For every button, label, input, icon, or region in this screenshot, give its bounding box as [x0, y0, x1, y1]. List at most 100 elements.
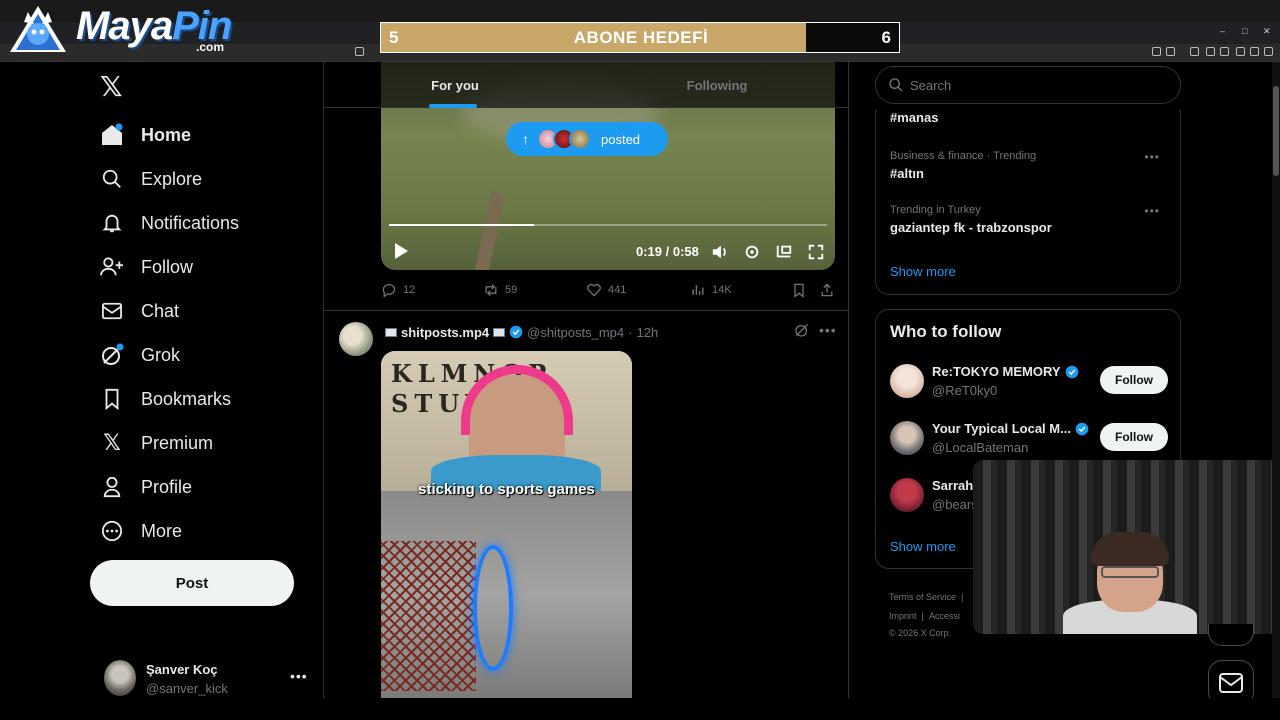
- share-button[interactable]: [819, 282, 841, 298]
- menu-icon[interactable]: [1264, 47, 1273, 56]
- avatar[interactable]: [339, 322, 373, 356]
- timeline-tabs: For you Following: [324, 62, 848, 108]
- footer-terms-link[interactable]: Terms of Service: [889, 592, 956, 602]
- trend-item[interactable]: Business & finance · Trending #altın •••: [890, 150, 1170, 181]
- webcam-overlay: [973, 460, 1280, 634]
- video-caption: sticking to sports games: [418, 481, 595, 498]
- avatar: [890, 478, 924, 512]
- close-icon[interactable]: ✕: [1263, 26, 1271, 37]
- repost-button[interactable]: 59: [483, 282, 517, 298]
- suggestion-handle: @ReT0ky0: [932, 383, 998, 398]
- nav-profile[interactable]: Profile: [100, 472, 192, 502]
- nav-bookmarks[interactable]: Bookmarks: [100, 384, 231, 414]
- more-horizontal-icon[interactable]: •••: [819, 322, 837, 338]
- nav-more[interactable]: More: [100, 516, 182, 546]
- portal: [473, 545, 513, 671]
- search-input[interactable]: Search: [875, 66, 1181, 104]
- trend-name: #altın: [890, 166, 924, 181]
- follow-button[interactable]: Follow: [1100, 366, 1168, 394]
- author-handle[interactable]: @shitposts_mp4: [527, 325, 624, 340]
- trend-name: gaziantep fk - trabzonspor: [890, 220, 1052, 235]
- suggestion-handle: @LocalBateman: [932, 440, 1029, 455]
- video-player[interactable]: KLMNOP STUV sticking to sports games: [381, 351, 632, 698]
- maximize-icon[interactable]: □: [1242, 26, 1247, 36]
- video-time: 0:19 / 0:58: [636, 244, 699, 259]
- grok-icon[interactable]: [794, 322, 810, 338]
- tweet-divider: [324, 310, 848, 311]
- more-horizontal-icon[interactable]: •••: [1144, 204, 1160, 218]
- post-button[interactable]: Post: [90, 560, 294, 606]
- nav-premium[interactable]: 𝕏 Premium: [100, 428, 213, 458]
- extension-icon[interactable]: [1152, 47, 1161, 56]
- tab-following[interactable]: Following: [586, 62, 848, 108]
- reply-button[interactable]: 12: [381, 282, 415, 298]
- avatar: [569, 128, 591, 150]
- more-horizontal-icon[interactable]: •••: [290, 668, 308, 684]
- page-scrollbar[interactable]: [1272, 62, 1280, 698]
- tweet-actions: 12 59 441 14K: [381, 282, 841, 302]
- grok-floating-button[interactable]: [1208, 624, 1254, 646]
- nav-notifications[interactable]: Notifications: [100, 208, 239, 238]
- volume-icon[interactable]: [711, 243, 729, 261]
- new-posts-pill[interactable]: ↑ posted: [506, 122, 668, 156]
- extension-icon[interactable]: [1190, 47, 1199, 56]
- footer-imprint-link[interactable]: Imprint: [889, 611, 917, 621]
- nav-grok[interactable]: Grok: [100, 340, 180, 370]
- like-button[interactable]: 441: [586, 282, 626, 298]
- trends-show-more[interactable]: Show more: [890, 264, 956, 279]
- follow-suggestion[interactable]: Re:TOKYO MEMORY @ReT0ky0 Follow: [890, 362, 1170, 402]
- fullscreen-icon[interactable]: [807, 243, 825, 261]
- video-frame-object: [474, 191, 506, 270]
- follow-suggestion[interactable]: Your Typical Local M... @LocalBateman Fo…: [890, 419, 1170, 459]
- trend-item[interactable]: #manas: [890, 106, 1170, 125]
- tab-for-you[interactable]: For you: [324, 62, 586, 108]
- nav-label: More: [141, 520, 183, 541]
- author-name[interactable]: shitposts.mp4: [401, 325, 489, 340]
- nav-label: Profile: [141, 476, 193, 497]
- nav-follow[interactable]: Follow: [100, 252, 193, 282]
- video-progress-bar[interactable]: [389, 224, 827, 226]
- trend-item[interactable]: Trending in Turkey gaziantep fk - trabzo…: [890, 204, 1170, 235]
- envelope-icon: [1219, 673, 1243, 693]
- suggestion-name: Sarrah: [932, 478, 974, 493]
- follow-button[interactable]: Follow: [1100, 423, 1168, 451]
- scrollbar-thumb[interactable]: [1273, 86, 1279, 176]
- timeline[interactable]: For you Following 0:19 / 0:58 ↑ posted 1…: [323, 62, 849, 698]
- views-button[interactable]: 14K: [690, 282, 732, 298]
- webcam-person-hair: [1091, 532, 1169, 566]
- bookmark-button[interactable]: [791, 282, 813, 298]
- repost-icon: [485, 283, 497, 297]
- bottom-edge: [0, 698, 1280, 720]
- search-placeholder: Search: [910, 77, 952, 93]
- account-switcher[interactable]: Şanver Koç @sanver_kick •••: [100, 656, 310, 700]
- play-icon[interactable]: [393, 242, 409, 260]
- trend-category: Business & finance · Trending: [890, 150, 1037, 162]
- minimize-icon[interactable]: –: [1220, 26, 1225, 36]
- suggestion-name: Re:TOKYO MEMORY: [932, 364, 1079, 379]
- nav-chat[interactable]: Chat: [100, 296, 179, 326]
- extension-icon[interactable]: [1166, 47, 1175, 56]
- verified-badge-icon: [509, 325, 523, 339]
- tweet-time[interactable]: 12h: [637, 325, 659, 340]
- goal-label: ABONE HEDEFİ: [573, 28, 709, 47]
- settings-gear-icon[interactable]: [743, 243, 761, 261]
- extension-icon[interactable]: [1250, 47, 1259, 56]
- video-frame: KLMNOP STUV: [381, 351, 632, 495]
- nav-home[interactable]: Home: [100, 120, 191, 150]
- bookmark-icon[interactable]: [355, 47, 364, 56]
- nav-explore[interactable]: Explore: [100, 164, 202, 194]
- search-icon: [100, 167, 124, 191]
- verified-badge-icon: [1075, 422, 1089, 435]
- tweet-header: shitposts.mp4 @shitposts_mp4 · 12h: [381, 323, 658, 341]
- footer-accessibility-link[interactable]: Accessi: [929, 611, 960, 621]
- picture-in-picture-icon[interactable]: [775, 243, 793, 261]
- more-horizontal-icon[interactable]: •••: [1144, 150, 1160, 164]
- extension-icon[interactable]: [1220, 47, 1229, 56]
- x-logo-icon[interactable]: 𝕏: [100, 73, 126, 101]
- more-circle-icon: [100, 519, 124, 543]
- extension-icon[interactable]: [1236, 47, 1245, 56]
- who-to-follow-show-more[interactable]: Show more: [890, 539, 956, 554]
- webcam-person-glasses: [1101, 566, 1159, 578]
- extension-icon[interactable]: [1206, 47, 1215, 56]
- trends-panel: #manas Business & finance · Trending #al…: [875, 110, 1181, 295]
